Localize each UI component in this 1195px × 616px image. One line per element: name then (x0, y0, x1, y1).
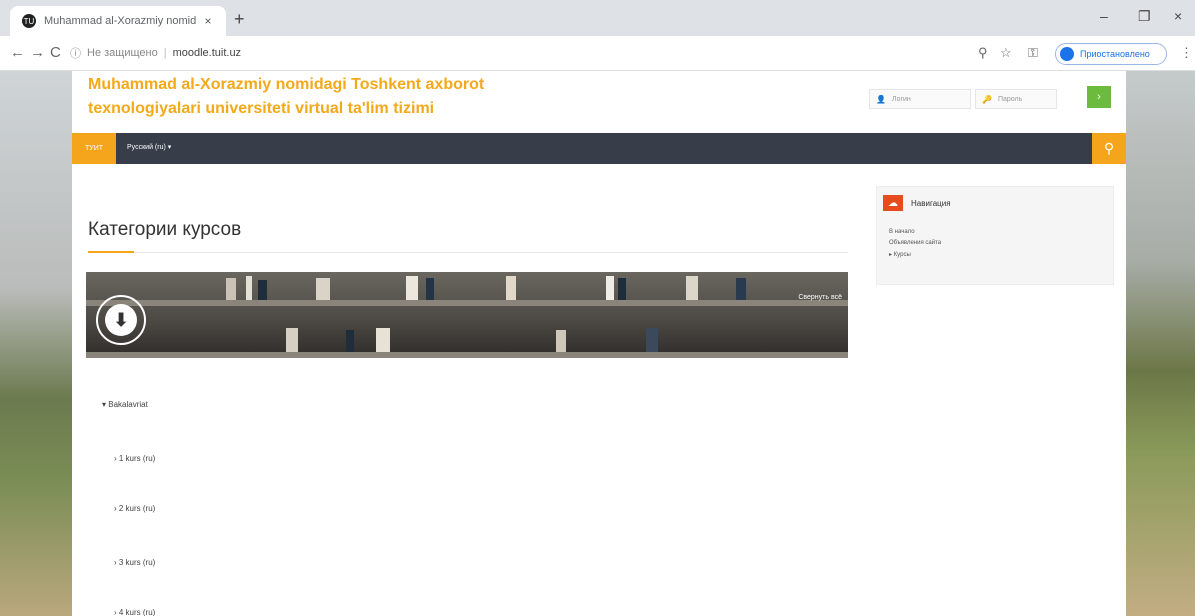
maximize-button[interactable]: ❐ (1138, 8, 1151, 25)
background-image-left (0, 71, 72, 616)
page-content: Muhammad al-Xorazmiy nomidagi Toshkent a… (72, 71, 1126, 616)
site-favicon-icon: TU (22, 14, 36, 28)
key-icon[interactable]: ⚿ (1028, 45, 1038, 61)
username-field[interactable]: 👤 Логин (869, 89, 971, 109)
browser-toolbar: ← → C ⓘ Не защищено | moodle.tuit.uz ⚲ ☆… (0, 36, 1195, 71)
navigation-block-title: Навигация (911, 199, 951, 208)
category-item-4-kurs[interactable]: › 4 kurs (ru) (114, 608, 155, 616)
forward-button[interactable]: → (30, 44, 45, 61)
zoom-icon[interactable]: ⚲ (978, 45, 988, 61)
search-icon: ⚲ (1103, 140, 1115, 156)
address-separator: | (163, 47, 167, 59)
book-decoration (406, 276, 418, 300)
password-field[interactable]: 🔑 Пароль (975, 89, 1057, 109)
back-button[interactable]: ← (10, 44, 25, 61)
book-decoration (246, 276, 252, 300)
search-button[interactable]: ⚲ (1092, 133, 1126, 164)
reload-button[interactable]: C (50, 44, 61, 61)
browser-menu-icon[interactable]: ⋮ (1180, 45, 1193, 61)
info-icon[interactable]: ⓘ (70, 45, 81, 61)
book-decoration (736, 278, 746, 300)
book-decoration (686, 276, 698, 300)
key-icon: 🔑 (982, 94, 992, 104)
book-decoration (618, 278, 626, 300)
home-link[interactable]: ТУИТ (72, 133, 116, 164)
category-item-bakalavriat[interactable]: ▾ Bakalavriat (102, 400, 148, 409)
shelf-decoration (86, 300, 848, 306)
category-item-3-kurs[interactable]: › 3 kurs (ru) (114, 558, 155, 567)
shelf-decoration (86, 352, 848, 358)
site-title-line-1: Muhammad al-Xorazmiy nomidagi Toshkent a… (88, 76, 485, 93)
password-placeholder: Пароль (997, 95, 1023, 103)
book-decoration (226, 278, 236, 300)
profile-label: Приостановлено (1080, 49, 1150, 59)
navigation-block: ☁ Навигация В начало Объявления сайта ▸ … (876, 186, 1114, 285)
minimize-button[interactable]: – (1100, 8, 1108, 24)
close-window-button[interactable]: × (1174, 8, 1182, 24)
page-viewport: Muhammad al-Xorazmiy nomidagi Toshkent a… (0, 71, 1195, 616)
user-icon: 👤 (876, 94, 886, 104)
download-icon[interactable]: ⬇ (96, 295, 146, 345)
bookmark-star-icon[interactable]: ☆ (1000, 45, 1012, 61)
book-decoration (606, 276, 614, 300)
site-title-line-2: texnologiyalari universiteti virtual ta'… (88, 100, 435, 117)
nav-item-courses[interactable]: ▸ Курсы (889, 251, 911, 258)
book-decoration (376, 328, 390, 352)
login-button[interactable]: › (1087, 86, 1111, 108)
username-placeholder: Логин (891, 95, 911, 103)
background-image-right (1126, 71, 1195, 616)
nav-item-home[interactable]: В начало (889, 229, 915, 235)
language-menu[interactable]: Русский (ru) ▾ (127, 143, 171, 151)
url-text[interactable]: moodle.tuit.uz (173, 47, 241, 59)
browser-tab[interactable]: TU Muhammad al-Xorazmiy nomid × (10, 6, 226, 36)
new-tab-button[interactable]: + (234, 9, 245, 30)
avatar (1060, 47, 1074, 61)
book-decoration (556, 330, 566, 352)
nav-item-site-news[interactable]: Объявления сайта (889, 240, 941, 246)
main-navbar: ТУИТ Русский (ru) ▾ ⚲ (72, 133, 1126, 164)
arrow-down-icon: ⬇ (105, 304, 137, 336)
category-item-1-kurs[interactable]: › 1 kurs (ru) (114, 454, 155, 463)
browser-tab-strip: TU Muhammad al-Xorazmiy nomid × + – ❐ × (0, 0, 1195, 36)
tab-close-icon[interactable]: × (200, 14, 216, 28)
category-banner: ⬇ Свернуть всё (86, 272, 848, 358)
page-title: Категории курсов (88, 219, 242, 240)
heading-accent-line (88, 251, 134, 253)
address-bar[interactable]: ⓘ Не защищено | moodle.tuit.uz (70, 41, 1080, 65)
book-decoration (346, 330, 354, 352)
not-secure-label: Не защищено (87, 47, 158, 59)
book-decoration (506, 276, 516, 300)
tab-title: Muhammad al-Xorazmiy nomid (44, 15, 197, 27)
book-decoration (258, 280, 267, 300)
book-decoration (316, 278, 330, 300)
profile-button[interactable]: Приостановлено (1055, 43, 1167, 65)
heading-divider (88, 252, 848, 253)
book-decoration (646, 328, 658, 352)
category-item-2-kurs[interactable]: › 2 kurs (ru) (114, 504, 155, 513)
site-title[interactable]: Muhammad al-Xorazmiy nomidagi Toshkent a… (88, 73, 608, 121)
book-decoration (286, 328, 298, 352)
book-decoration (426, 278, 434, 300)
navigation-block-icon: ☁ (883, 195, 903, 211)
collapse-all-link[interactable]: Свернуть всё (798, 294, 842, 301)
